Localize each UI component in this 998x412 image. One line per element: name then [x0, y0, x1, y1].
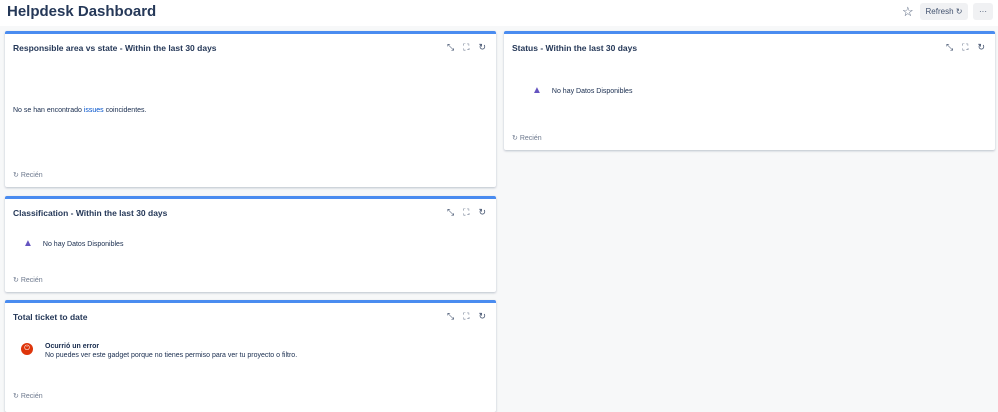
no-data-message: ▲ No hay Datos Disponibles — [532, 85, 632, 96]
gadget-title: Total ticket to date — [13, 312, 88, 322]
gadget-title: Status - Within the last 30 days — [512, 43, 638, 53]
error-icon: ⏻ — [21, 343, 33, 355]
gadget-classification: Classification - Within the last 30 days… — [5, 196, 496, 292]
message-text: No hay Datos Disponibles — [42, 241, 124, 248]
refresh-icon: ↻ — [13, 393, 19, 400]
refresh-button[interactable]: Refresh ↻ — [920, 3, 968, 20]
no-data-message: ▲ No hay Datos Disponibles — [23, 238, 123, 249]
updated-label: Recién — [20, 172, 43, 179]
warning-icon: ▲ — [532, 85, 542, 96]
minimize-icon[interactable]: ⤡ — [946, 42, 953, 53]
error-title: Ocurrió un error — [45, 343, 100, 350]
star-icon[interactable]: ☆ — [902, 4, 914, 20]
refresh-icon[interactable]: ↻ — [478, 42, 486, 53]
page-title: Helpdesk Dashboard — [7, 3, 157, 20]
no-results-message: No se han encontrado issues coincidentes… — [13, 107, 146, 114]
error-message: Ocurrió un error No puedes ver este gadge… — [45, 343, 297, 359]
gadget-title: Classification - Within the last 30 days — [13, 208, 168, 218]
maximize-icon[interactable]: ⛶ — [463, 207, 469, 218]
message-text: No se han encontrado — [13, 107, 84, 114]
minimize-icon[interactable]: ⤡ — [447, 311, 454, 322]
gadget-total-tickets: Total ticket to date ⤡ ⛶ ↻ ⏻ Ocurrió un er… — [5, 300, 496, 412]
updated-label: Recién — [20, 393, 43, 400]
gadget-title: Responsible area vs state - Within the l… — [13, 43, 217, 53]
refresh-label: Refresh — [925, 7, 954, 16]
refresh-icon[interactable]: ↻ — [977, 42, 985, 53]
gadget-footer: ↻ Recién — [13, 276, 43, 284]
message-text: No hay Datos Disponibles — [551, 88, 633, 95]
gadget-footer: ↻ Recién — [13, 392, 43, 400]
gadget-footer: ↻ Recién — [13, 171, 43, 179]
warning-icon: ▲ — [23, 238, 33, 249]
refresh-icon: ↻ — [512, 135, 518, 142]
issues-link[interactable]: issues — [84, 107, 104, 114]
error-text: No puedes ver este gadget porque no tien… — [45, 352, 298, 359]
refresh-icon: ↻ — [13, 277, 19, 284]
maximize-icon[interactable]: ⛶ — [463, 42, 469, 53]
refresh-icon: ↻ — [13, 172, 19, 179]
refresh-icon: ↻ — [955, 7, 963, 16]
updated-label: Recién — [519, 135, 542, 142]
minimize-icon[interactable]: ⤡ — [447, 42, 454, 53]
maximize-icon[interactable]: ⛶ — [463, 311, 469, 322]
maximize-icon[interactable]: ⛶ — [962, 42, 968, 53]
dashboard-header: Helpdesk Dashboard ☆ Refresh ↻ ··· — [0, 0, 998, 26]
more-button[interactable]: ··· — [973, 3, 993, 20]
gadget-responsible-area: Responsible area vs state - Within the l… — [5, 31, 496, 187]
updated-label: Recién — [20, 277, 43, 284]
gadget-status: Status - Within the last 30 days ⤡ ⛶ ↻ ▲ No… — [504, 31, 995, 150]
refresh-icon[interactable]: ↻ — [478, 207, 486, 218]
gadget-footer: ↻ Recién — [512, 134, 542, 142]
minimize-icon[interactable]: ⤡ — [447, 207, 454, 218]
message-text: coincidentes. — [103, 107, 147, 114]
refresh-icon[interactable]: ↻ — [478, 311, 486, 322]
